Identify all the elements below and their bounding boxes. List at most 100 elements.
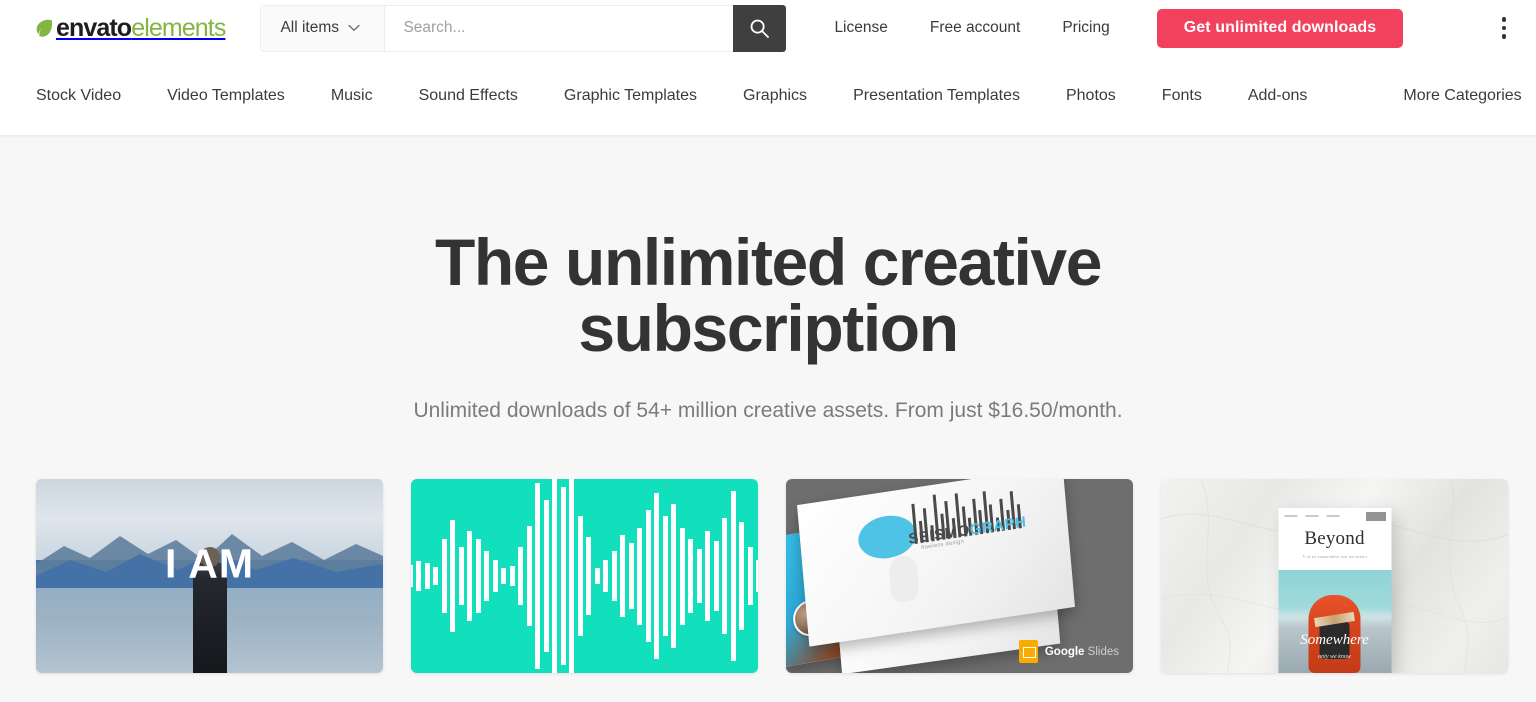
- top-link-pricing[interactable]: Pricing: [1041, 20, 1130, 36]
- nav-item-add-ons[interactable]: Add-ons: [1225, 87, 1331, 105]
- card-overlay-text: I AM: [164, 540, 255, 587]
- top-link-license[interactable]: License: [813, 20, 908, 36]
- nav-item-graphics[interactable]: Graphics: [720, 87, 830, 105]
- waveform-bar: [509, 566, 515, 586]
- waveform-bar: [552, 479, 558, 673]
- waveform-bar: [611, 550, 617, 602]
- envato-elements-logo[interactable]: envatoelements: [36, 13, 226, 43]
- nav-item-more-categories[interactable]: More Categories: [1380, 87, 1536, 105]
- waveform-bar: [458, 546, 464, 606]
- nav-item-music[interactable]: Music: [308, 87, 396, 105]
- magazine-mockup: Beyond Tl ut ex consectetur nos trd nost…: [1278, 508, 1391, 673]
- presentation-template-card[interactable]: SEISMOGRAPH flawless design Google Slide…: [786, 479, 1133, 673]
- graphic-template-card[interactable]: Beyond Tl ut ex consectetur nos trd nost…: [1161, 479, 1508, 673]
- waveform-bar: [739, 521, 745, 631]
- category-nav: Stock Video Video Templates Music Sound …: [0, 56, 1536, 136]
- nav-item-photos[interactable]: Photos: [1043, 87, 1139, 105]
- logo-text-elements: elements: [131, 13, 226, 42]
- magazine-kicker-lines: [1284, 515, 1339, 517]
- cover-script-text: Somewhere: [1300, 632, 1369, 648]
- search-submit-button[interactable]: [733, 4, 787, 52]
- stock-video-card[interactable]: I AM: [36, 479, 383, 673]
- waveform-bar: [501, 568, 507, 584]
- magazine-header: [1278, 508, 1391, 524]
- waveform-bar: [577, 515, 583, 637]
- nav-item-graphic-templates[interactable]: Graphic Templates: [541, 87, 720, 105]
- kebab-menu-icon[interactable]: [1492, 13, 1516, 43]
- google-slides-icon: [1018, 640, 1038, 663]
- waveform-bar: [475, 539, 481, 613]
- audio-waveform-card[interactable]: [411, 479, 758, 673]
- waveform-bar: [654, 492, 660, 660]
- nav-item-fonts[interactable]: Fonts: [1139, 87, 1225, 105]
- top-nav-links: License Free account Pricing: [813, 20, 1130, 36]
- waveform-bar: [518, 546, 524, 606]
- badge-product: Slides: [1087, 645, 1119, 658]
- waveform-bar: [747, 546, 753, 606]
- featured-cards-row: I AM SEISMOGRAPH flawless design Google …: [0, 423, 1536, 673]
- top-bar: envatoelements All items License Free ac…: [0, 0, 1536, 56]
- kebab-dot: [1501, 25, 1507, 31]
- chevron-down-icon: [348, 24, 360, 32]
- nav-item-video-templates[interactable]: Video Templates: [144, 87, 308, 105]
- waveform-bar: [411, 565, 413, 587]
- waveform-bar: [543, 500, 549, 652]
- badge-brand: Google: [1044, 645, 1085, 658]
- waveform-bar: [696, 548, 702, 604]
- waveform-bar: [679, 527, 685, 625]
- waveform-bar: [628, 543, 634, 609]
- waveform-bar: [586, 537, 592, 615]
- search-scope-label: All items: [280, 19, 340, 36]
- nav-item-presentation-templates[interactable]: Presentation Templates: [830, 87, 1043, 105]
- waveform-bar: [756, 560, 758, 592]
- google-slides-badge: Google Slides: [1018, 640, 1119, 663]
- waveform-graphic: [411, 479, 758, 673]
- waveform-bar: [416, 561, 422, 591]
- waveform-bar: [433, 567, 439, 585]
- waveform-bar: [603, 560, 609, 592]
- waveform-bar: [560, 486, 566, 666]
- waveform-bar: [637, 527, 643, 625]
- waveform-bar: [569, 479, 575, 673]
- waveform-bar: [662, 515, 668, 637]
- page-title: The unlimited creative subscription: [434, 225, 1102, 365]
- waveform-bar: [450, 519, 456, 633]
- top-link-free-account[interactable]: Free account: [909, 20, 1041, 36]
- waveform-bar: [424, 563, 430, 589]
- waveform-bar: [492, 560, 498, 592]
- cover-script-subtext: only we know: [1318, 654, 1351, 660]
- waveform-bar: [594, 568, 600, 584]
- search-input[interactable]: [403, 19, 716, 37]
- get-unlimited-downloads-button[interactable]: Get unlimited downloads: [1156, 8, 1404, 48]
- waveform-bar: [484, 550, 490, 602]
- magazine-subtitle: Tl ut ex consectetur nos trd nostru: [1302, 555, 1367, 559]
- decorative-shape: [888, 553, 920, 604]
- waveform-bar: [713, 541, 719, 611]
- hero-section: The unlimited creative subscription Unli…: [0, 136, 1536, 423]
- waveform-bar: [526, 525, 532, 627]
- waveform-bar: [722, 517, 728, 635]
- magazine-title: Beyond: [1304, 528, 1365, 549]
- search-input-wrapper: [384, 4, 734, 52]
- waveform-bar: [688, 539, 694, 613]
- google-slides-label: Google Slides: [1045, 646, 1119, 658]
- waveform-bar: [730, 490, 736, 662]
- nav-item-stock-video[interactable]: Stock Video: [36, 87, 144, 105]
- waveform-bar: [620, 535, 626, 617]
- waveform-bar: [705, 531, 711, 621]
- search-scope-dropdown[interactable]: All items: [260, 4, 385, 52]
- search-icon: [751, 19, 770, 38]
- leaf-icon: [36, 19, 53, 37]
- magazine-cover-photo: Somewhere only we know: [1278, 570, 1391, 673]
- barcode-icon: [1366, 511, 1385, 521]
- search-bar: All items: [260, 4, 787, 52]
- waveform-bar: [467, 531, 473, 621]
- waveform-bar: [441, 539, 447, 613]
- nav-item-sound-effects[interactable]: Sound Effects: [396, 87, 541, 105]
- waveform-bar: [535, 482, 541, 670]
- logo-text-envato: envato: [56, 13, 132, 42]
- waveform-bar: [671, 504, 677, 648]
- kebab-dot: [1501, 34, 1507, 39]
- hero-subheading: Unlimited downloads of 54+ million creat…: [413, 399, 1123, 422]
- waveform-bar: [645, 510, 651, 642]
